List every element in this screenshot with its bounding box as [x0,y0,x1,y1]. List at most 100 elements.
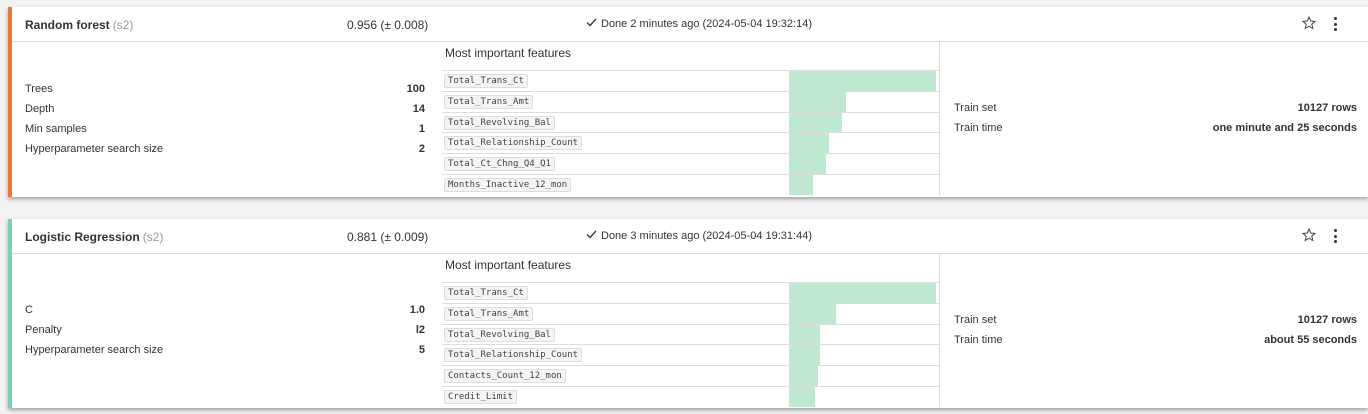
model-card-random-forest[interactable]: Random forest (s2) 0.956 (± 0.008) Done 2… [8,7,1368,197]
train-row: Train time about 55 seconds [942,331,1357,351]
feature-name: Total_Revolving_Bal [444,327,555,342]
feature-row: Total_Relationship_Count [442,344,939,366]
feature-row: Total_Revolving_Bal [442,323,939,345]
feature-row: Contacts_Count_12_mon [442,365,939,387]
session-label: (s2) [112,18,134,32]
feature-name: Contacts_Count_12_mon [444,369,566,384]
feature-importance-bar [789,324,820,345]
train-key: Train time [954,122,1003,134]
feature-row: Months_Inactive_12_mon [442,173,939,195]
param-key: Penalty [25,324,62,336]
param-value: 2 [418,143,425,155]
hyperparameters-list: C 1.0 Penalty l2 Hyperparameter search siz… [25,301,425,361]
param-value: 5 [418,344,425,356]
feature-name: Total_Relationship_Count [444,136,583,151]
training-info: Train set 10127 rows Train time about 55 s… [942,311,1357,351]
param-value: l2 [415,324,425,336]
train-value: 10127 rows [1297,102,1357,114]
feature-row: Credit_Limit [442,385,939,407]
model-name[interactable]: Logistic Regression (s2) [25,230,163,244]
model-card-header: Random forest (s2) 0.956 (± 0.008) Done 2… [12,7,1368,42]
feature-importance-bar [789,133,829,154]
feature-importance-bar [789,345,820,366]
check-icon [586,230,597,242]
train-row: Train time one minute and 25 seconds [942,119,1357,139]
feature-importance-bar [789,283,936,303]
feature-name: Months_Inactive_12_mon [444,177,572,192]
feature-importance-list: Total_Trans_Ct Total_Trans_Amt Total_Revol… [442,282,939,407]
model-card-header: Logistic Regression (s2) 0.881 (± 0.009) … [12,219,1368,254]
hyperparameters-list: Trees 100 Depth 14 Min samples 1 Hyperparam… [25,80,425,160]
feature-importance-panel: Most important features Total_Trans_Ct To… [442,42,940,195]
feature-importance-panel: Most important features Total_Trans_Ct To… [442,254,940,407]
feature-importance-bar [789,71,936,91]
feature-importance-bar [789,174,813,195]
param-row: Penalty l2 [25,321,425,341]
model-name-text: Logistic Regression [25,230,140,244]
feature-row: Total_Trans_Amt [442,302,939,324]
param-value: 1 [418,123,425,135]
feature-row: Total_Relationship_Count [442,132,939,154]
feature-name: Total_Trans_Amt [444,94,534,109]
train-key: Train time [954,334,1003,346]
param-row: Hyperparameter search size 2 [25,140,425,160]
param-row: Depth 14 [25,100,425,120]
feature-importance-bar [789,386,815,407]
param-key: C [25,304,33,316]
train-row: Train set 10127 rows [942,99,1357,119]
feature-row: Total_Ct_Chng_Q4_Q1 [442,153,939,175]
train-row: Train set 10127 rows [942,311,1357,331]
model-score: 0.881 (± 0.009) [347,230,429,244]
train-key: Train set [954,314,997,326]
status-text: Done 3 minutes ago (2024-05-04 19:31:44) [601,230,812,242]
check-icon [586,18,597,30]
feature-name: Total_Trans_Amt [444,306,534,321]
param-row: Min samples 1 [25,120,425,140]
feature-importance-title: Most important features [445,258,572,272]
training-status: Done 2 minutes ago (2024-05-04 19:32:14) [586,18,812,30]
feature-importance-bar [789,366,818,387]
feature-row: Total_Trans_Ct [442,70,939,91]
feature-importance-bar [789,154,826,175]
feature-row: Total_Revolving_Bal [442,111,939,133]
model-card-logistic-regression[interactable]: Logistic Regression (s2) 0.881 (± 0.009) … [8,219,1368,408]
feature-row: Total_Trans_Ct [442,282,939,303]
training-status: Done 3 minutes ago (2024-05-04 19:31:44) [586,230,812,242]
param-value: 1.0 [409,304,425,316]
feature-name: Total_Trans_Ct [444,74,528,88]
param-value: 100 [406,83,425,95]
model-name-text: Random forest [25,18,110,32]
feature-importance-title: Most important features [445,46,572,60]
param-row: Trees 100 [25,80,425,100]
feature-name: Total_Trans_Ct [444,286,528,300]
feature-importance-bar [789,303,836,324]
param-key: Hyperparameter search size [25,344,164,356]
feature-importance-list: Total_Trans_Ct Total_Trans_Amt Total_Revol… [442,70,939,195]
training-info: Train set 10127 rows Train time one minute… [942,99,1357,139]
feature-name: Total_Ct_Chng_Q4_Q1 [444,157,555,172]
feature-name: Total_Revolving_Bal [444,115,555,130]
param-key: Depth [25,103,55,115]
kebab-menu-icon[interactable] [1332,16,1338,32]
feature-importance-bar [789,112,842,133]
feature-row: Total_Trans_Amt [442,90,939,112]
train-value: one minute and 25 seconds [1212,122,1357,134]
train-value: 10127 rows [1297,314,1357,326]
feature-name: Credit_Limit [444,389,518,404]
param-key: Trees [25,83,53,95]
param-key: Min samples [25,123,87,135]
train-key: Train set [954,102,997,114]
model-name[interactable]: Random forest (s2) [25,18,133,32]
star-icon[interactable] [1301,15,1317,30]
param-key: Hyperparameter search size [25,143,164,155]
param-row: Hyperparameter search size 5 [25,341,425,361]
kebab-menu-icon[interactable] [1332,228,1338,244]
feature-importance-bar [789,91,846,112]
train-value: about 55 seconds [1264,334,1357,346]
feature-name: Total_Relationship_Count [444,348,583,363]
session-label: (s2) [142,230,164,244]
param-value: 14 [412,103,425,115]
star-icon[interactable] [1301,227,1317,242]
param-row: C 1.0 [25,301,425,321]
status-text: Done 2 minutes ago (2024-05-04 19:32:14) [601,18,812,30]
